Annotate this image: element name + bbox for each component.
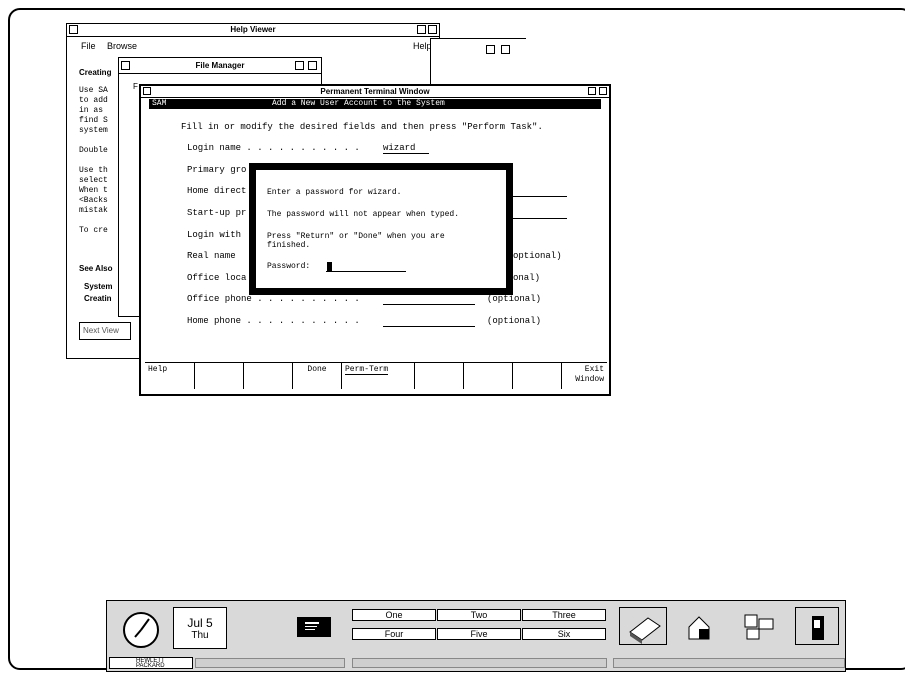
subpanel-bar-left[interactable] — [195, 658, 345, 668]
window-menu-button[interactable] — [121, 61, 130, 70]
password-input[interactable] — [326, 262, 406, 272]
field-real-name-note: optional) — [513, 251, 562, 261]
dialog-line-4: finished. — [267, 241, 311, 250]
workspace-two[interactable]: Two — [437, 609, 521, 621]
help-heading: Creating — [79, 68, 112, 77]
front-panel: Jul 5 Thu One Two Three Four Five Six HE… — [106, 600, 846, 672]
maximize-button[interactable] — [428, 25, 437, 34]
field-login-name-input[interactable]: wizard — [383, 143, 429, 154]
fkey-done[interactable]: Done — [293, 363, 342, 389]
field-home-directory-label: Home direct — [187, 186, 247, 196]
date-weekday: Thu — [191, 630, 209, 641]
help-body: Use SA to add in as find S system Double U… — [79, 86, 108, 235]
dialog-line-3: Press "Return" or "Done" when you are — [267, 232, 445, 241]
trash-icon[interactable] — [795, 607, 839, 645]
dialog-line-2: The password will not appear when typed. — [267, 210, 460, 219]
fkey-perm-term[interactable]: Perm-Term — [342, 363, 415, 389]
sam-screen-title: Add a New User Account to the System — [272, 99, 445, 108]
file-manager-title: File Manager — [195, 61, 245, 70]
password-dialog[interactable]: Enter a password for wizard. The passwor… — [249, 163, 513, 295]
fkey-6[interactable] — [415, 363, 464, 389]
see-also-heading: See Also — [79, 264, 113, 273]
field-home-phone-label: Home phone . . . . . . . . . . . — [187, 316, 360, 326]
minimize-button[interactable] — [588, 87, 596, 95]
field-primary-group-label: Primary gro — [187, 165, 247, 175]
form-instruction: Fill in or modify the desired fields and… — [181, 122, 543, 132]
field-office-phone-input[interactable] — [383, 294, 475, 305]
maximize-button[interactable] — [308, 61, 317, 70]
workspace-six[interactable]: Six — [522, 628, 606, 640]
workspace-five[interactable]: Five — [437, 628, 521, 640]
field-home-phone-input[interactable] — [383, 316, 475, 327]
minimize-button[interactable] — [295, 61, 304, 70]
clock-icon[interactable] — [113, 607, 169, 653]
subpanel-bar-workspace[interactable] — [352, 658, 607, 668]
field-office-location-label: Office loca — [187, 273, 247, 283]
field-login-name-label: Login name . . . . . . . . . . . — [187, 143, 360, 153]
sam-header-bar: SAM Add a New User Account to the System — [149, 99, 601, 109]
field-real-name-label: Real name — [187, 251, 236, 261]
menu-help[interactable]: Help — [413, 41, 432, 51]
maximize-button[interactable] — [501, 45, 510, 54]
workspace-one[interactable]: One — [352, 609, 436, 621]
file-manager-titlebar[interactable]: File Manager — [119, 58, 321, 74]
sam-label: SAM — [152, 99, 167, 108]
dialog-line-1: Enter a password for wizard. — [267, 188, 402, 197]
link-system[interactable]: System — [84, 282, 112, 291]
password-label: Password: — [267, 262, 311, 271]
fkey-help[interactable]: Help — [145, 363, 195, 389]
printer-icon[interactable] — [619, 607, 667, 645]
permanent-terminal-window[interactable]: Permanent Terminal Window SAM Add a New … — [139, 84, 611, 396]
field-startup-program-input[interactable] — [513, 208, 567, 219]
file-manager-menu-file[interactable]: F — [133, 82, 138, 91]
minimize-button[interactable] — [486, 45, 495, 54]
mail-icon[interactable] — [297, 617, 331, 637]
field-home-phone-note: (optional) — [487, 316, 542, 326]
fkey-8[interactable] — [513, 363, 562, 389]
subpanel-bar-right[interactable] — [613, 658, 845, 668]
function-key-bar: Help Done Perm-Term Exit Window — [145, 362, 607, 389]
workspace-four[interactable]: Four — [352, 628, 436, 640]
calendar-date[interactable]: Jul 5 Thu — [173, 607, 227, 649]
window-menu-button[interactable] — [143, 87, 151, 95]
menu-browse[interactable]: Browse — [107, 41, 137, 51]
maximize-button[interactable] — [599, 87, 607, 95]
text-cursor — [327, 262, 332, 271]
workspace-three[interactable]: Three — [522, 609, 606, 621]
field-home-directory-input[interactable] — [513, 186, 567, 197]
help-viewer-titlebar[interactable]: Help Viewer — [67, 24, 439, 37]
fkey-2[interactable] — [195, 363, 244, 389]
fkey-3[interactable] — [244, 363, 293, 389]
terminal-titlebar[interactable]: Permanent Terminal Window — [141, 86, 609, 98]
fkey-7[interactable] — [464, 363, 513, 389]
field-login-with-label: Login with — [187, 230, 242, 240]
style-manager-icon[interactable] — [735, 607, 783, 645]
terminal-title: Permanent Terminal Window — [320, 87, 430, 96]
menu-file[interactable]: File — [81, 41, 96, 51]
help-viewer-title: Help Viewer — [230, 25, 276, 34]
field-office-location-note: onal) — [513, 273, 541, 283]
hp-logo: HEWLETT PACKARD — [109, 657, 193, 669]
field-office-phone-note: (optional) — [487, 294, 542, 304]
next-view-button[interactable]: Next View — [79, 322, 131, 340]
field-office-phone-label: Office phone . . . . . . . . . . — [187, 294, 360, 304]
window-menu-button[interactable] — [69, 25, 78, 34]
brand-line-2: PACKARD — [136, 663, 165, 669]
date-month-day: Jul 5 — [187, 616, 213, 630]
fkey-exit-window[interactable]: Exit Window — [562, 363, 607, 389]
field-startup-program-label: Start-up pr — [187, 208, 247, 218]
minimize-button[interactable] — [417, 25, 426, 34]
home-icon[interactable] — [675, 607, 723, 645]
link-creating[interactable]: Creatin — [84, 294, 112, 303]
